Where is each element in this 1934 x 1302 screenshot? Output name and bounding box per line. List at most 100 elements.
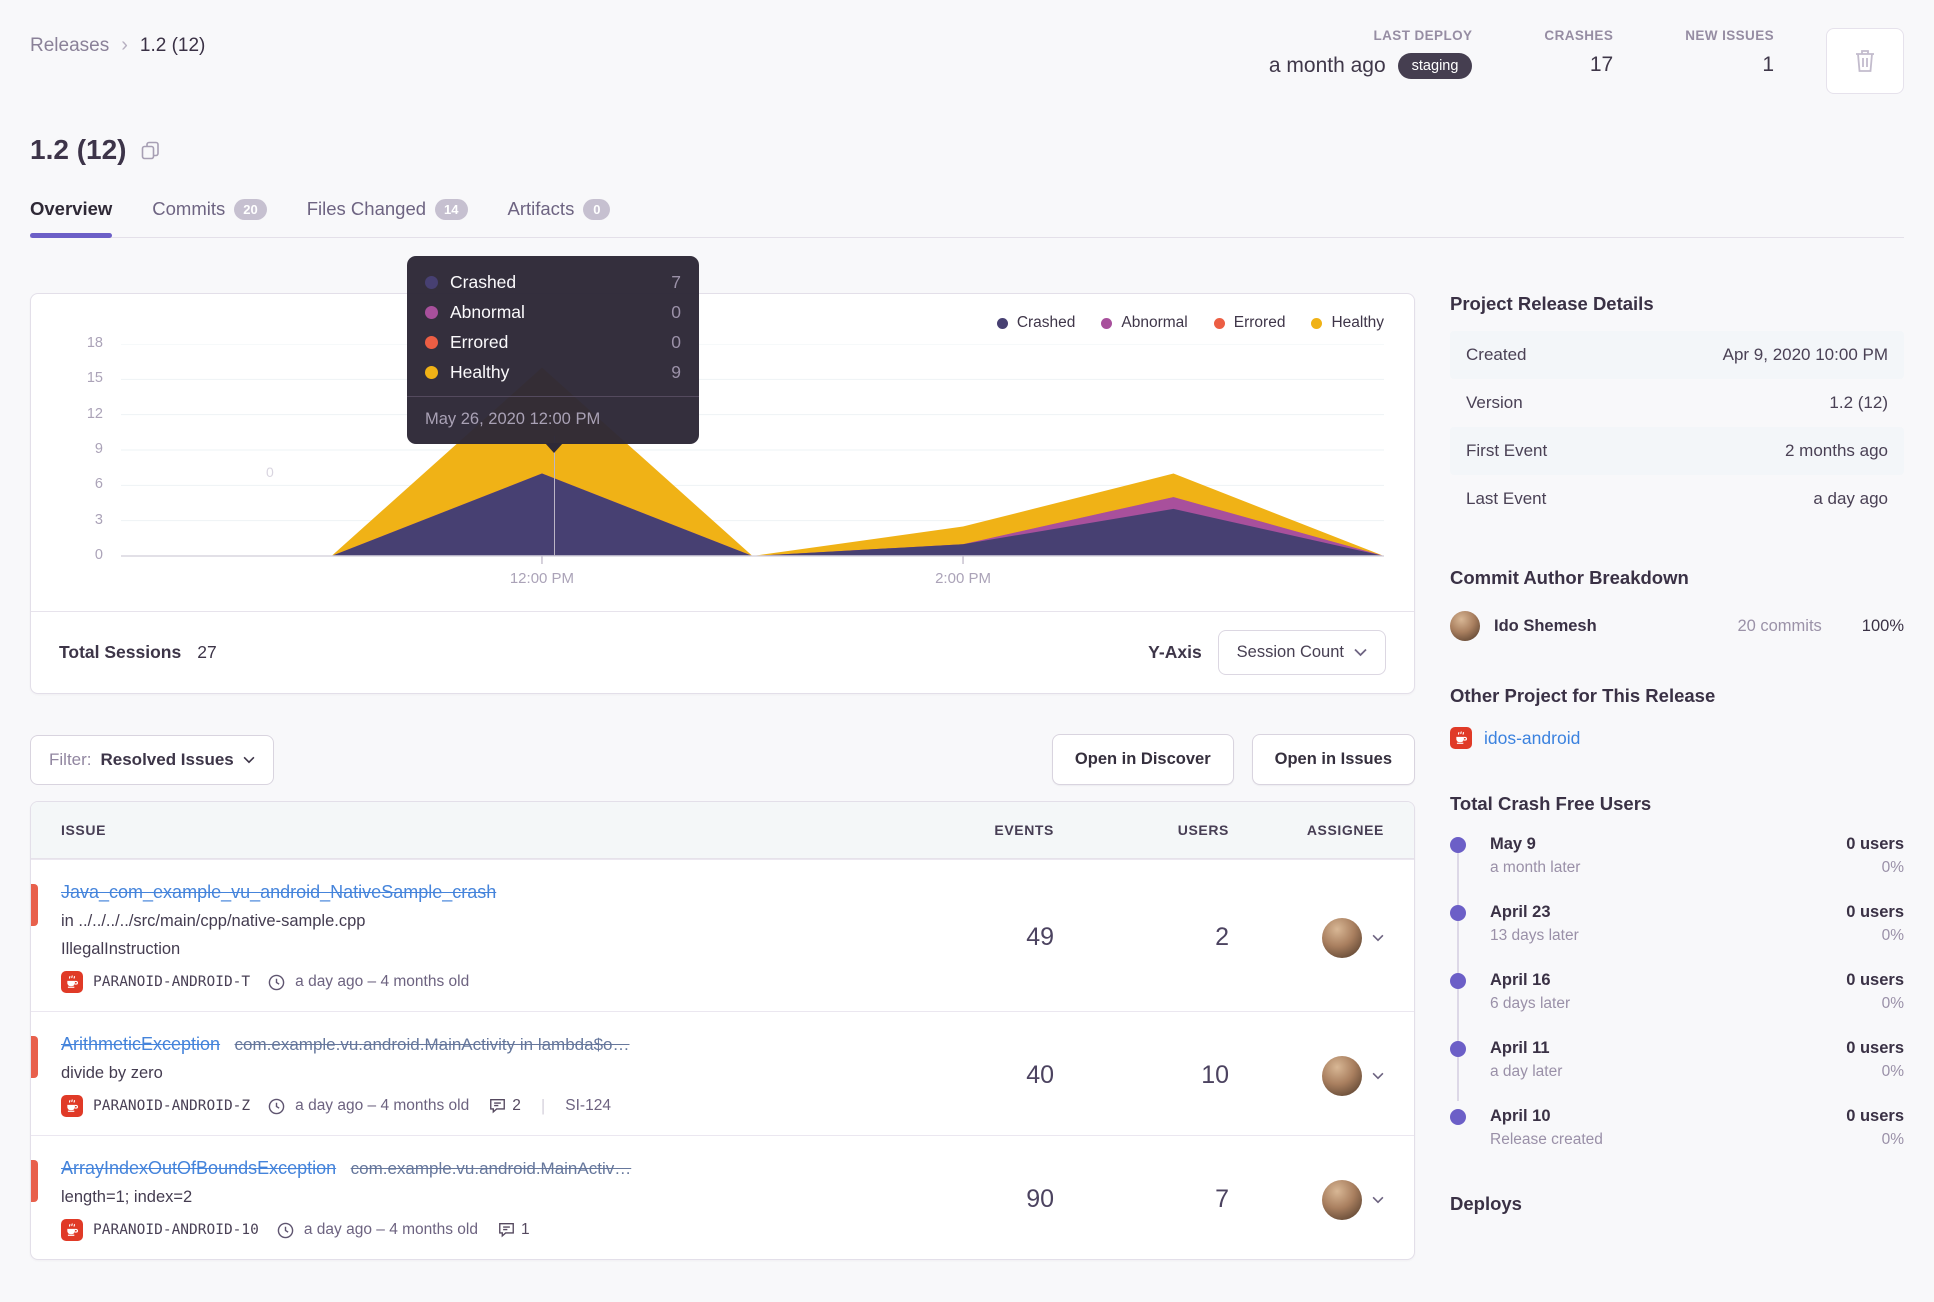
timeline-dot-icon — [1450, 1041, 1466, 1057]
detail-row-first-event: First Event 2 months ago — [1450, 427, 1904, 475]
delete-release-button[interactable] — [1826, 28, 1904, 94]
tab-artifacts[interactable]: Artifacts 0 — [508, 198, 611, 237]
issue-title-link[interactable]: Java_com_example_vu_android_NativeSample… — [61, 882, 496, 902]
open-in-discover-button[interactable]: Open in Discover — [1051, 734, 1234, 785]
issue-culprit-inline[interactable]: com.example.vu.android.MainActiv… — [351, 1159, 632, 1178]
issue-level-indicator — [31, 1036, 38, 1078]
column-users: USERS — [1177, 822, 1229, 838]
issue-message: IllegalInstruction — [61, 940, 181, 958]
crashes-label: CRASHES — [1544, 28, 1614, 43]
page-header: Releases › 1.2 (12) LAST DEPLOY a month … — [30, 28, 1904, 94]
legend-item-crashed[interactable]: Crashed — [996, 314, 1075, 332]
issue-culprit-inline[interactable]: com.example.vu.android.MainActivity in l… — [235, 1035, 630, 1054]
issues-filter-select[interactable]: Filter: Resolved Issues — [30, 734, 274, 785]
chevron-down-icon[interactable] — [1372, 934, 1384, 942]
trash-icon — [1856, 50, 1874, 72]
issues-toolbar: Filter: Resolved Issues Open in Discover… — [30, 734, 1415, 785]
y-axis-select[interactable]: Session Count — [1217, 630, 1386, 675]
author-name: Ido Shemesh — [1494, 616, 1597, 635]
abnormal-dot-icon — [425, 306, 438, 319]
x-tick-label: 2:00 PM — [935, 570, 991, 587]
other-project-link[interactable]: idos-android — [1484, 728, 1580, 749]
tooltip-row-abnormal: Abnormal 0 — [425, 302, 681, 323]
stat-crashes: CRASHES 17 — [1544, 28, 1613, 77]
assignee-avatar[interactable] — [1322, 917, 1362, 958]
y-tick-label: 6 — [94, 476, 103, 493]
chevron-down-icon[interactable] — [1372, 1072, 1384, 1080]
author-row: Ido Shemesh 20 commits 100% — [1450, 611, 1904, 641]
crash-free-timeline: May 9 a month later 0 users 0% April 23 … — [1450, 835, 1904, 1149]
chevron-down-icon — [1354, 648, 1367, 657]
detail-row-last-event: Last Event a day ago — [1466, 489, 1888, 508]
issue-message: divide by zero — [61, 1064, 163, 1082]
other-project-section: Other Project for This Release idos-andr… — [1450, 685, 1904, 749]
legend-item-errored[interactable]: Errored — [1213, 314, 1285, 332]
breadcrumb-current: 1.2 (12) — [139, 34, 206, 56]
detail-row-created: Created Apr 9, 2020 10:00 PM — [1450, 331, 1904, 379]
tab-commits[interactable]: Commits 20 — [152, 198, 267, 237]
comments-indicator[interactable]: 2 — [489, 1097, 521, 1115]
timeline-dot-icon — [1450, 973, 1466, 989]
y-tick-label: 15 — [86, 370, 103, 387]
assignee-avatar[interactable] — [1322, 1179, 1362, 1220]
tooltip-date: May 26, 2020 12:00 PM — [407, 396, 699, 444]
open-in-issues-button[interactable]: Open in Issues — [1251, 734, 1415, 785]
issue-title-link[interactable]: ArrayIndexOutOfBoundsException — [61, 1158, 336, 1178]
clock-icon — [268, 1098, 285, 1115]
environment-badge: staging — [1397, 53, 1473, 79]
sessions-chart-card: Crashed Abnormal Errored Healthy 0 3 6 9 12 15 18… — [30, 256, 1415, 694]
comments-indicator[interactable]: 1 — [498, 1221, 530, 1239]
issue-users-count: 7 — [1215, 1185, 1229, 1213]
total-crash-free-users: Total Crash Free Users May 9 a month lat… — [1450, 793, 1904, 1149]
tooltip-row-crashed: Crashed 7 — [425, 272, 681, 293]
author-percent: 100% — [1861, 616, 1904, 635]
issue-age: a day ago – 4 months old — [303, 1221, 478, 1238]
chart-ghost-label: 0 — [266, 464, 274, 480]
comment-icon — [499, 1223, 514, 1238]
legend-item-abnormal[interactable]: Abnormal — [1101, 314, 1188, 332]
files-changed-count-badge: 14 — [435, 198, 468, 220]
issue-culprit: in ../../../../src/main/cpp/native-sampl… — [61, 912, 366, 930]
stat-new-issues: NEW ISSUES 1 — [1685, 28, 1774, 77]
clock-icon — [277, 1222, 294, 1239]
issue-events-count: 90 — [1026, 1185, 1054, 1213]
y-tick-label: 3 — [94, 511, 103, 528]
y-tick-label: 0 — [94, 547, 103, 563]
assignee-avatar[interactable] — [1322, 1055, 1362, 1096]
issue-events-count: 49 — [1026, 923, 1054, 951]
section-title: Deploys — [1450, 1193, 1522, 1214]
abnormal-dot-icon — [1101, 317, 1113, 329]
section-title: Commit Author Breakdown — [1450, 567, 1689, 588]
section-title: Total Crash Free Users — [1450, 793, 1652, 814]
issue-level-indicator — [31, 1160, 38, 1202]
y-tick-label: 12 — [86, 405, 103, 422]
chart-area: 0 3 6 9 12 15 18 0 Crashed 7 Abnormal 0 … — [31, 256, 1414, 609]
issue-title-link[interactable]: ArithmeticException — [61, 1034, 220, 1054]
tab-overview[interactable]: Overview — [30, 198, 113, 238]
release-page: Releases › 1.2 (12) LAST DEPLOY a month … — [0, 0, 1934, 1302]
issue-annotation[interactable]: SI-124 — [565, 1097, 611, 1115]
chart-legend: Crashed Abnormal Errored Healthy — [996, 314, 1384, 332]
issue-row: Java_com_example_vu_android_NativeSample… — [31, 859, 1414, 1011]
timeline-dot-icon — [1450, 1109, 1466, 1125]
legend-item-healthy[interactable]: Healthy — [1311, 314, 1384, 332]
y-axis-label: Y-Axis — [1148, 642, 1202, 662]
section-title: Project Release Details — [1450, 293, 1654, 314]
tab-files-changed[interactable]: Files Changed 14 — [307, 198, 468, 237]
chevron-down-icon[interactable] — [1372, 1196, 1384, 1204]
column-events: EVENTS — [994, 822, 1054, 838]
breadcrumb-releases-link[interactable]: Releases — [30, 35, 109, 57]
issue-row: ArrayIndexOutOfBoundsException com.examp… — [31, 1135, 1414, 1259]
y-tick-label: 18 — [86, 335, 103, 351]
issue-events-count: 40 — [1026, 1061, 1054, 1089]
deploys-section: Deploys — [1450, 1193, 1904, 1215]
breadcrumb: Releases › 1.2 (12) — [30, 28, 205, 57]
copy-icon[interactable] — [141, 141, 160, 160]
total-sessions-label: Total Sessions — [59, 642, 182, 662]
chart-plot: 0 Crashed 7 Abnormal 0 Errored 0 Healthy… — [121, 256, 1384, 609]
crashed-dot-icon — [425, 276, 438, 289]
java-project-icon — [1450, 727, 1472, 749]
section-title: Other Project for This Release — [1450, 685, 1716, 706]
crashes-value: 17 — [1589, 53, 1614, 76]
breadcrumb-chevron-icon: › — [121, 34, 128, 56]
